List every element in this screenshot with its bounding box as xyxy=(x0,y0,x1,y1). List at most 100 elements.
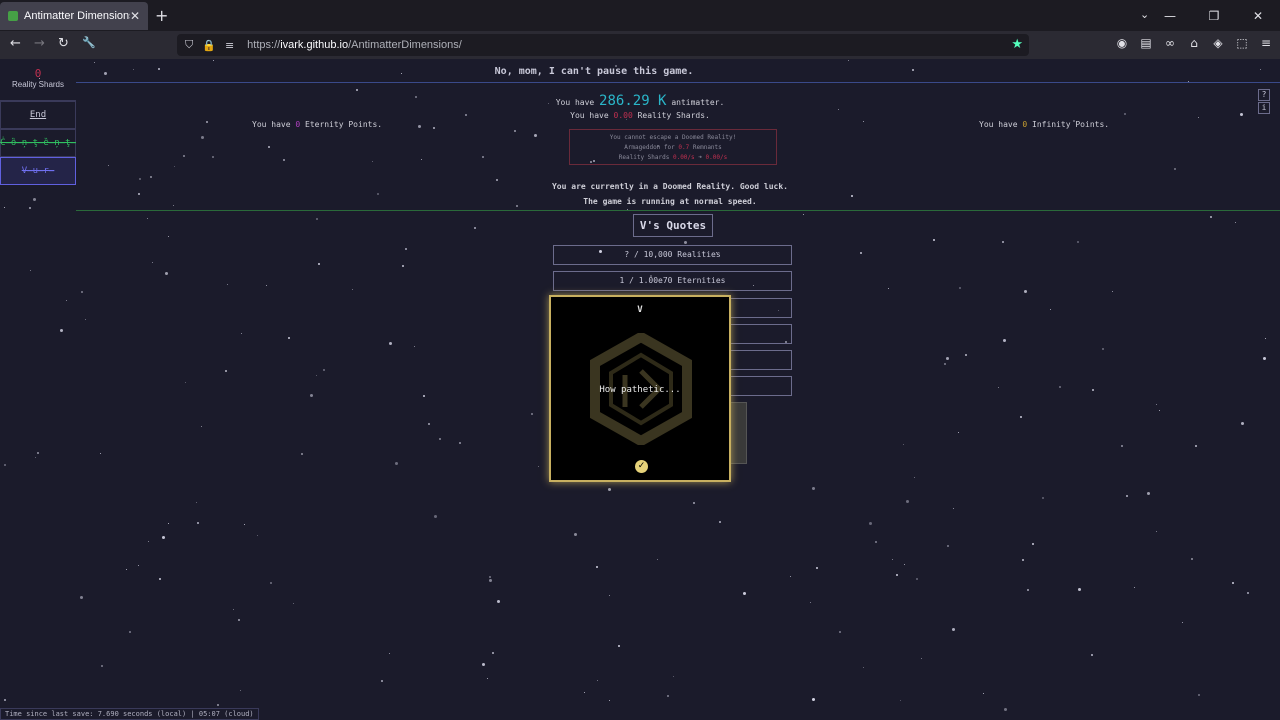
star xyxy=(609,595,610,596)
star xyxy=(148,541,149,542)
sidebar-tab-celestial[interactable]: V̶u̶r̶ xyxy=(0,157,76,185)
star xyxy=(459,442,461,444)
star xyxy=(474,227,476,229)
sidebar-icon[interactable]: ▤ xyxy=(1134,36,1158,50)
minimize-button[interactable]: — xyxy=(1148,9,1192,23)
star xyxy=(863,121,864,122)
star xyxy=(851,195,853,197)
star xyxy=(197,522,199,524)
star xyxy=(1092,389,1094,391)
star xyxy=(174,166,175,167)
private-mask-icon[interactable]: ∞ xyxy=(1158,36,1182,50)
star xyxy=(37,452,39,454)
restore-button[interactable]: ❐ xyxy=(1192,9,1236,23)
star xyxy=(402,265,404,267)
confirm-check-button[interactable]: ✓ xyxy=(635,460,648,473)
eternity-points-display: You have 0 Eternity Points. xyxy=(252,120,383,129)
infinity-points-display: You have 0 Infinity Points. xyxy=(979,120,1110,129)
star xyxy=(293,603,294,604)
permissions-icon[interactable]: ≡ xyxy=(225,39,234,52)
new-tab-button[interactable]: + xyxy=(155,6,168,25)
doomed-reality-button[interactable]: You cannot escape a Doomed Reality! Arma… xyxy=(569,129,777,165)
star xyxy=(693,502,695,504)
star xyxy=(270,582,272,584)
star xyxy=(916,578,918,580)
star xyxy=(810,602,811,603)
url-bar[interactable]: ⛉ 🔒 ≡ https://ivark.github.io/Antimatter… xyxy=(177,34,1029,56)
v-quotes-title: V's Quotes xyxy=(633,214,713,237)
star xyxy=(381,680,383,682)
star xyxy=(80,596,83,599)
star xyxy=(439,438,441,440)
lock-icon[interactable]: 🔒 xyxy=(202,39,216,52)
star xyxy=(1182,622,1183,623)
star xyxy=(159,578,161,580)
star xyxy=(1265,338,1266,339)
star xyxy=(185,382,186,383)
star xyxy=(487,678,488,679)
star xyxy=(1156,531,1157,532)
forward-icon[interactable]: → xyxy=(34,36,45,51)
star xyxy=(618,645,620,647)
star xyxy=(1191,558,1193,560)
star xyxy=(30,270,31,271)
star xyxy=(152,262,153,263)
url-text[interactable]: https://ivark.github.io/AntimatterDimens… xyxy=(247,39,462,51)
antimatter-value: 286.29 K xyxy=(599,93,667,109)
star xyxy=(201,136,204,139)
star xyxy=(1134,587,1135,588)
star xyxy=(946,357,949,360)
star xyxy=(233,609,234,610)
star xyxy=(1156,404,1157,405)
star xyxy=(892,559,893,560)
menu-icon[interactable]: ≡ xyxy=(1254,36,1278,50)
browser-tab[interactable]: Antimatter Dimensions ✕ xyxy=(0,2,148,30)
quote-row[interactable]: ? / 10,000 Realities xyxy=(553,245,792,265)
star xyxy=(1077,241,1079,243)
star xyxy=(684,241,687,244)
star xyxy=(257,535,258,536)
browser-tab-bar: Antimatter Dimensions ✕ + ⌄ — ❐ ✕ xyxy=(0,0,1280,31)
extensions-icon[interactable]: ⬚ xyxy=(1230,36,1254,50)
help-icon[interactable]: ? xyxy=(1258,89,1270,101)
star xyxy=(150,176,152,178)
star xyxy=(489,579,492,582)
star xyxy=(952,628,955,631)
shield-icon[interactable]: ⛉ xyxy=(185,38,193,52)
reload-icon[interactable]: ↻ xyxy=(58,36,69,51)
star xyxy=(860,252,862,254)
sidebar-tab-content[interactable]: Ċ̶ȍ̶ņ̶ţ̶ȅ̶ņ̶ţ̶ xyxy=(0,129,76,157)
star xyxy=(1004,708,1007,711)
star xyxy=(165,272,168,275)
star xyxy=(94,62,95,63)
window-controls: — ❐ ✕ xyxy=(1148,0,1280,31)
quote-row[interactable]: 1 / 1.00e70 Eternities xyxy=(553,271,792,291)
back-icon[interactable]: ← xyxy=(10,36,21,51)
star xyxy=(1159,410,1160,411)
star xyxy=(869,522,872,525)
close-window-button[interactable]: ✕ xyxy=(1236,9,1280,23)
star xyxy=(1027,589,1029,591)
firefox-account-icon[interactable]: ◉ xyxy=(1110,36,1134,50)
status-text: You are currently in a Doomed Reality. G… xyxy=(551,182,788,206)
tools-icon[interactable]: 🔧 xyxy=(82,36,96,49)
star xyxy=(316,375,317,376)
sidebar-tab-end[interactable]: End xyxy=(0,101,76,129)
home-icon[interactable]: ⌂ xyxy=(1182,36,1206,50)
star xyxy=(100,453,101,454)
star xyxy=(1102,348,1104,350)
star xyxy=(240,690,241,691)
star xyxy=(514,130,516,132)
info-icon[interactable]: i xyxy=(1258,102,1270,114)
star xyxy=(816,567,818,569)
pocket-icon[interactable]: ◈ xyxy=(1206,36,1230,50)
star xyxy=(101,665,103,667)
star xyxy=(1112,291,1113,292)
star xyxy=(998,387,999,388)
star xyxy=(434,515,437,518)
star xyxy=(206,121,208,123)
bookmark-star-icon[interactable]: ★ xyxy=(1011,37,1023,52)
star xyxy=(516,205,518,207)
close-tab-icon[interactable]: ✕ xyxy=(130,9,140,23)
star xyxy=(138,565,139,566)
